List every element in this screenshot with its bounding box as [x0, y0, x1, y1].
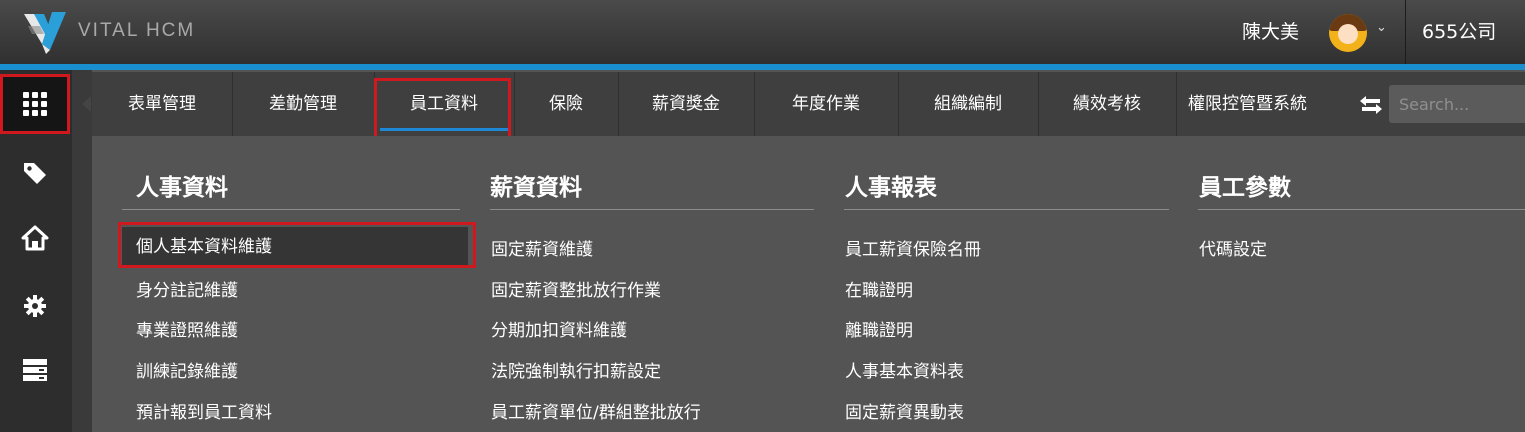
menu-item-installment-deduction[interactable]: 分期加扣資料維護: [491, 316, 627, 341]
menu-item-resignation-certificate[interactable]: 離職證明: [845, 316, 913, 341]
sidebar-item-apps[interactable]: [0, 74, 70, 134]
menu-item-salary-insurance-roster[interactable]: 員工薪資保險名冊: [845, 235, 981, 260]
menu-item-professional-licenses[interactable]: 專業證照維護: [136, 316, 238, 341]
section-divider: [490, 209, 814, 210]
menu-item-hr-basic-report[interactable]: 人事基本資料表: [845, 357, 964, 382]
grid-apps-icon: [23, 92, 47, 116]
tab-highlight-box: [374, 78, 511, 141]
brand-name: VITAL HCM: [78, 20, 196, 41]
menu-item-fixed-salary[interactable]: 固定薪資維護: [491, 235, 593, 260]
menu-item-salary-group-batch-release[interactable]: 員工薪資單位/群組整批放行: [491, 398, 701, 423]
gear-icon: [24, 295, 46, 317]
section-title-salary-data: 薪資資料: [490, 175, 582, 201]
sidebar-item-settings[interactable]: [0, 276, 70, 336]
swap-arrows-icon[interactable]: [1360, 96, 1382, 114]
tab-organization[interactable]: 組織編制: [898, 72, 1039, 136]
menu-item-expected-onboarding[interactable]: 預計報到員工資料: [136, 398, 272, 423]
section-title-hr-reports: 人事報表: [845, 175, 937, 201]
vital-logo-icon[interactable]: [22, 10, 68, 54]
tag-icon: [24, 163, 46, 184]
tab-performance[interactable]: 績效考核: [1038, 72, 1177, 136]
section-title-personnel-data: 人事資料: [136, 175, 228, 201]
sidebar-item-home[interactable]: [0, 208, 70, 268]
menu-item-court-garnishment[interactable]: 法院強制執行扣薪設定: [491, 357, 661, 382]
user-name[interactable]: 陳大美: [1242, 17, 1299, 44]
top-header: VITAL HCM 陳大美 ⌄ 655公司: [0, 0, 1525, 64]
section-divider: [1198, 209, 1525, 210]
sidebar-item-servers[interactable]: [0, 340, 70, 400]
sidebar-edge: [72, 70, 92, 432]
menu-tab-bar: 表單管理 差勤管理 員工資料 保險 薪資獎金 年度作業 組織編制 績效考核 權限…: [92, 72, 1525, 136]
server-list-icon: [23, 359, 47, 381]
tab-access-control[interactable]: 權限控管暨系統: [1176, 72, 1324, 136]
section-divider: [844, 209, 1169, 210]
item-highlight-box: [118, 222, 476, 268]
menu-item-code-settings[interactable]: 代碼設定: [1199, 235, 1267, 260]
tab-insurance[interactable]: 保險: [514, 72, 619, 136]
menu-item-training-records[interactable]: 訓練記錄維護: [136, 357, 238, 382]
left-sidebar: [0, 70, 72, 432]
tab-payroll[interactable]: 薪資獎金: [618, 72, 755, 136]
tab-form-management[interactable]: 表單管理: [92, 72, 233, 136]
company-name[interactable]: 655公司: [1422, 17, 1496, 44]
menu-pointer: [82, 96, 91, 112]
chevron-down-icon[interactable]: ⌄: [1376, 20, 1387, 35]
home-icon: [21, 225, 49, 251]
menu-item-employment-certificate[interactable]: 在職證明: [845, 276, 913, 301]
header-accent-bar: [0, 64, 1525, 70]
menu-item-identity-notes[interactable]: 身分註記維護: [136, 276, 238, 301]
header-divider: [1405, 0, 1406, 64]
search-input[interactable]: [1389, 85, 1525, 123]
menu-item-fixed-salary-batch-release[interactable]: 固定薪資整批放行作業: [491, 276, 661, 301]
section-title-employee-params: 員工參數: [1199, 175, 1291, 201]
user-avatar[interactable]: [1329, 14, 1367, 52]
section-divider: [122, 209, 460, 210]
tab-attendance[interactable]: 差勤管理: [232, 72, 375, 136]
tab-annual-ops[interactable]: 年度作業: [754, 72, 899, 136]
menu-dropdown-panel: 人事資料 個人基本資料維護 身分註記維護 專業證照維護 訓練記錄維護 預計報到員…: [92, 136, 1525, 432]
sidebar-item-tags[interactable]: [0, 143, 70, 203]
menu-item-fixed-salary-change-report[interactable]: 固定薪資異動表: [845, 398, 964, 423]
